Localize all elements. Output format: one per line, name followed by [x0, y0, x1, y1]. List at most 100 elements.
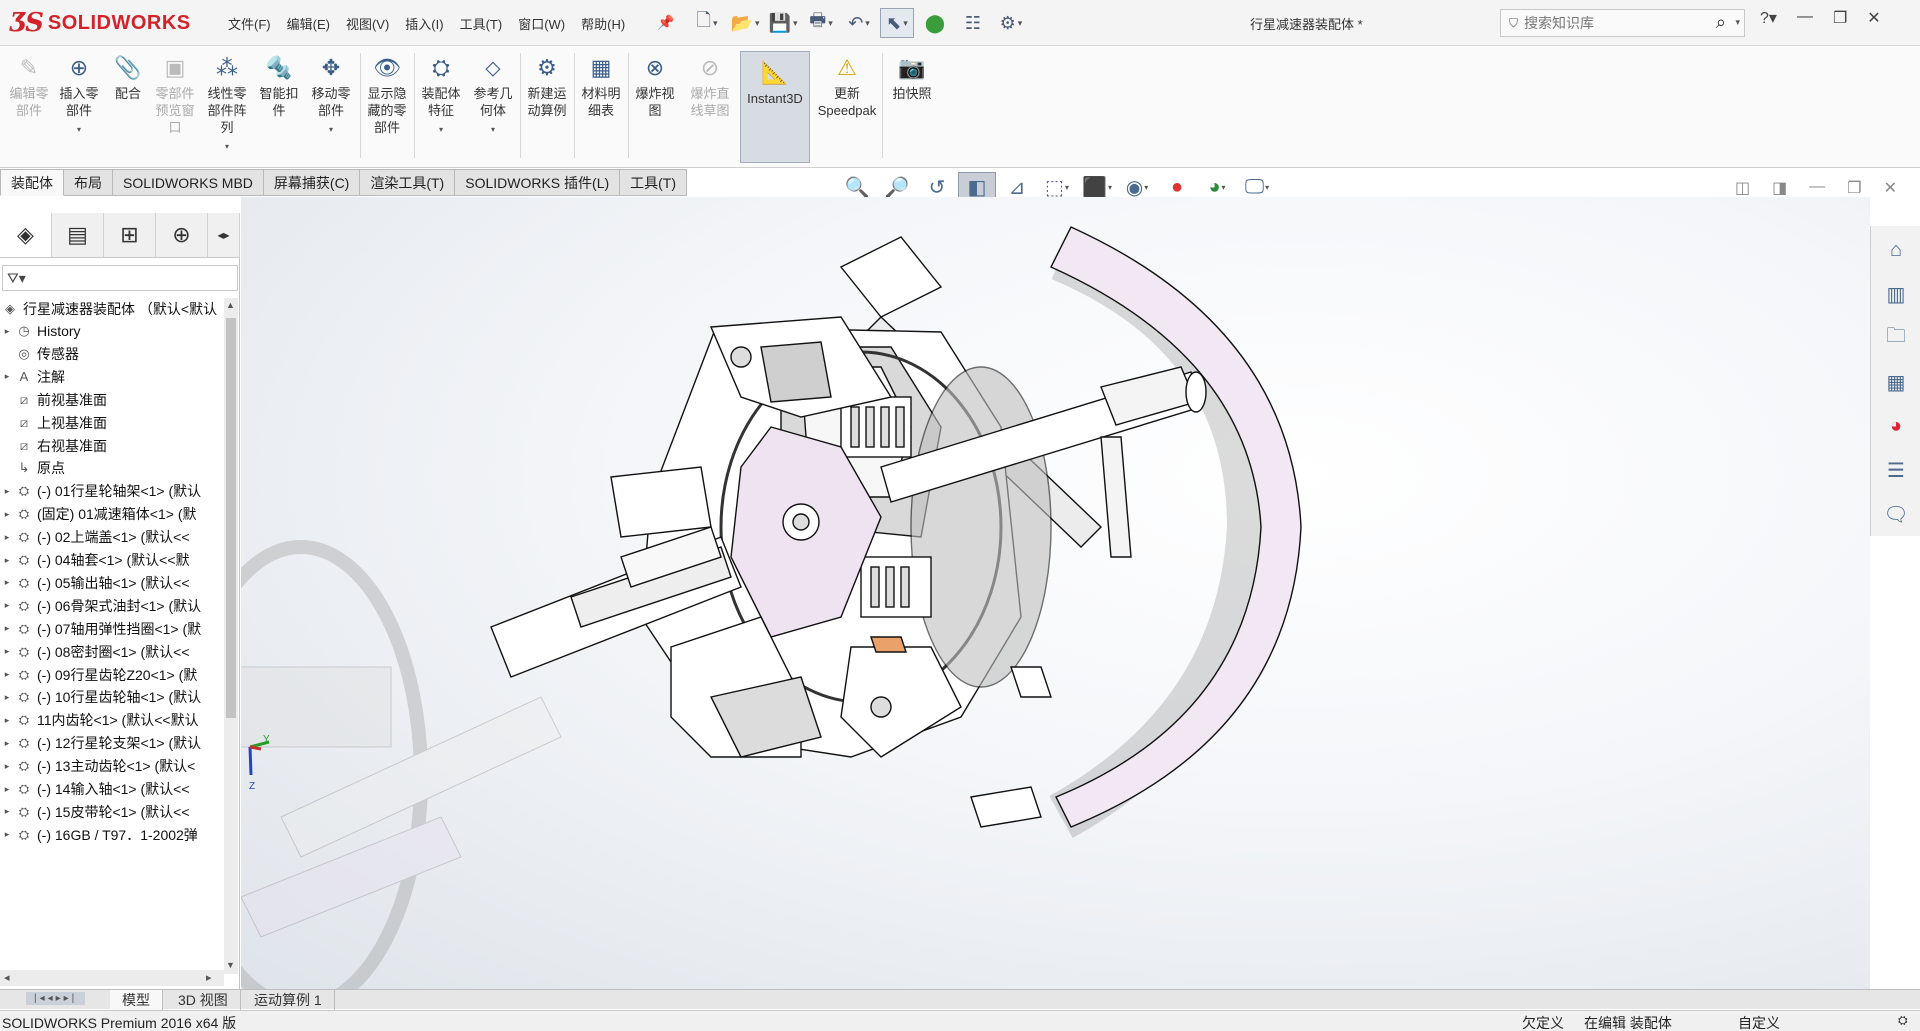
search-icon[interactable]: ⌕	[1716, 12, 1726, 33]
tree-item[interactable]: ↳ 原点	[0, 457, 224, 479]
expand-arrow-icon[interactable]: ▸	[0, 555, 14, 566]
tree-item[interactable]: ▸ ⛭ (-) 12行星轮支架<1> (默认	[0, 732, 224, 754]
tab-assembly[interactable]: 装配体	[0, 169, 64, 196]
status-units[interactable]: 自定义	[1738, 1013, 1780, 1031]
expand-arrow-icon[interactable]: ▸	[0, 600, 14, 611]
tab-render-tools[interactable]: 渲染工具(T)	[360, 169, 456, 196]
tree-item[interactable]: ▸ ⛭ 11内齿轮<1> (默认<<默认	[0, 709, 224, 731]
menu-edit[interactable]: 编辑(E)	[279, 14, 338, 33]
tree-filter[interactable]: ⛛▾	[2, 265, 238, 291]
menu-insert[interactable]: 插入(I)	[397, 14, 451, 33]
move-component-button[interactable]: ✥ 移动零 部件 ▾	[306, 53, 356, 138]
graphics-area[interactable]: Y Z	[241, 197, 1870, 989]
tree-item[interactable]: ▸ ⛭ (-) 05输出轴<1> (默认<<	[0, 572, 224, 594]
tree-item[interactable]: ▸ ⛭ (-) 04轴套<1> (默认<<默	[0, 549, 224, 571]
search-dropdown-icon[interactable]: ▾	[1735, 17, 1740, 28]
reference-geometry-button[interactable]: ⬦ 参考几 何体 ▾	[468, 53, 518, 138]
tree-item[interactable]: ▸ ⛭ (-) 13主动齿轮<1> (默认<	[0, 755, 224, 777]
solidworks-logo[interactable]: ƷS SOLIDWORKS	[10, 6, 196, 40]
expand-arrow-icon[interactable]: ▸	[0, 326, 14, 337]
tab-screen-capture[interactable]: 屏幕捕获(C)	[263, 169, 361, 196]
scroll-down-icon[interactable]: ▼	[226, 960, 235, 970]
tree-item[interactable]: ◎ 传感器	[0, 343, 224, 365]
tree-item[interactable]: ▸ ⛭ (-) 09行星齿轮Z20<1> (默	[0, 664, 224, 686]
expand-arrow-icon[interactable]: ▸	[0, 806, 14, 817]
expand-arrow-icon[interactable]: ▸	[0, 577, 14, 588]
update-speedpak-button[interactable]: ⚠ 更新 Speedpak	[814, 53, 880, 119]
options-button[interactable]: ⚙ ▾	[994, 8, 1028, 38]
tree-item[interactable]: ▸ ◷ History	[0, 320, 224, 342]
expand-arrow-icon[interactable]: ▸	[0, 509, 14, 520]
menu-tools[interactable]: 工具(T)	[452, 14, 511, 33]
save-button[interactable]: 💾 ▾	[766, 8, 800, 38]
tree-item[interactable]: ▸ ⛭ (-) 16GB / T97．1-2002弹	[0, 824, 224, 846]
property-manager-tab[interactable]: ▤	[52, 213, 104, 257]
expand-arrow-icon[interactable]: ▸	[0, 784, 14, 795]
expand-arrow-icon[interactable]: ▸	[0, 761, 14, 772]
component-preview-button[interactable]: ▣ 零部件 预览窗 口	[152, 53, 198, 136]
scroll-left-icon[interactable]: ◂	[4, 971, 10, 984]
explode-line-sketch-button[interactable]: ⊘ 爆炸直 线草图	[682, 53, 738, 119]
feature-manager-tab[interactable]: ◈	[0, 213, 52, 257]
tree-horizontal-scrollbar[interactable]: ◂ ▸	[0, 970, 224, 986]
menu-window[interactable]: 窗口(W)	[510, 14, 573, 33]
tab-navigation-icon[interactable]: |◂◂▸▸|	[26, 992, 86, 1005]
tree-vertical-scrollbar[interactable]: ▲ ▼	[224, 298, 238, 974]
viewport-close-icon[interactable]: ✕	[1884, 178, 1897, 198]
tree-item[interactable]: ▸ A 注解	[0, 366, 224, 388]
print-button[interactable]: 🖶 ▾	[804, 8, 838, 38]
smart-fasteners-button[interactable]: 🔩 智能扣 件	[256, 53, 302, 119]
tile-left-icon[interactable]: ◫	[1735, 178, 1750, 198]
expand-arrow-icon[interactable]: ▸	[0, 715, 14, 726]
exploded-view-button[interactable]: ⊗ 爆炸视 图	[630, 53, 680, 119]
restore-icon[interactable]: ❐	[1833, 8, 1847, 28]
bom-button[interactable]: ▦ 材料明 细表	[576, 53, 626, 119]
viewport-restore-icon[interactable]: ❐	[1847, 178, 1861, 198]
menu-view[interactable]: 视图(V)	[338, 14, 397, 33]
tab-3d-view[interactable]: 3D 视图	[166, 990, 241, 1010]
tab-tools[interactable]: 工具(T)	[620, 169, 688, 196]
menu-file[interactable]: 文件(F)	[220, 14, 279, 33]
file-properties-button[interactable]: ☷	[956, 8, 990, 38]
expand-arrow-icon[interactable]: ▸	[0, 623, 14, 634]
viewport-minimize-icon[interactable]: —	[1809, 178, 1825, 198]
new-document-button[interactable]: 🗋 ▾	[690, 8, 724, 38]
status-settings-icon[interactable]: ⛭	[1898, 1013, 1908, 1028]
appearances-tab[interactable]: ◕	[1873, 406, 1919, 446]
tab-motion-study-1[interactable]: 运动算例 1	[242, 990, 335, 1010]
tree-item[interactable]: ▸ ⛭ (-) 06骨架式油封<1> (默认	[0, 595, 224, 617]
scroll-right-icon[interactable]: ▸	[206, 971, 212, 984]
tree-root[interactable]: ◈ 行星减速器装配体 （默认<默认	[0, 298, 224, 320]
tree-item[interactable]: ⧄ 上视基准面	[0, 412, 224, 434]
select-button[interactable]: ⬉ ▾	[880, 8, 914, 38]
minimize-icon[interactable]: —	[1797, 8, 1813, 28]
tile-right-icon[interactable]: ◨	[1772, 178, 1787, 198]
expand-arrow-icon[interactable]: ▸	[0, 646, 14, 657]
help-icon[interactable]: ?▾	[1760, 8, 1777, 28]
tree-item[interactable]: ▸ ⛭ (-) 07轴用弹性挡圈<1> (默	[0, 618, 224, 640]
close-icon[interactable]: ✕	[1867, 8, 1880, 28]
tab-mbd[interactable]: SOLIDWORKS MBD	[113, 169, 264, 196]
configuration-manager-tab[interactable]: ⊞	[104, 213, 156, 257]
menu-help[interactable]: 帮助(H)	[573, 14, 633, 33]
solidworks-resources-tab[interactable]: ⌂	[1873, 230, 1919, 270]
model-view[interactable]: Y Z	[241, 197, 1870, 989]
tree-item[interactable]: ⧄ 前视基准面	[0, 389, 224, 411]
undo-button[interactable]: ↶ ▾	[842, 8, 876, 38]
forum-tab[interactable]: 🗨	[1873, 494, 1919, 534]
tree-item[interactable]: ▸ ⛭ (-) 01行星轮轴架<1> (默认	[0, 480, 224, 502]
insert-components-button[interactable]: ⊕ 插入零 部件 ▾	[56, 53, 102, 138]
tree-item[interactable]: ▸ ⛭ (-) 14输入轴<1> (默认<<	[0, 778, 224, 800]
planetary-reducer-section[interactable]	[490, 226, 1302, 838]
custom-properties-tab[interactable]: ☰	[1873, 450, 1919, 490]
file-explorer-tab[interactable]: 🗀	[1873, 318, 1919, 358]
expand-arrow-icon[interactable]: ▸	[0, 532, 14, 543]
tab-addins[interactable]: SOLIDWORKS 插件(L)	[455, 169, 621, 196]
design-library-tab[interactable]: ▥	[1873, 274, 1919, 314]
tree-item[interactable]: ▸ ⛭ (-) 02上端盖<1> (默认<<	[0, 526, 224, 548]
expand-arrow-icon[interactable]: ▸	[0, 371, 14, 382]
tab-layout[interactable]: 布局	[64, 169, 113, 196]
tree-item[interactable]: ▸ ⛭ (固定) 01减速箱体<1> (默	[0, 503, 224, 525]
linear-pattern-button[interactable]: ⁂ 线性零 部件阵 列 ▾	[204, 53, 250, 155]
scroll-up-icon[interactable]: ▲	[226, 300, 235, 310]
